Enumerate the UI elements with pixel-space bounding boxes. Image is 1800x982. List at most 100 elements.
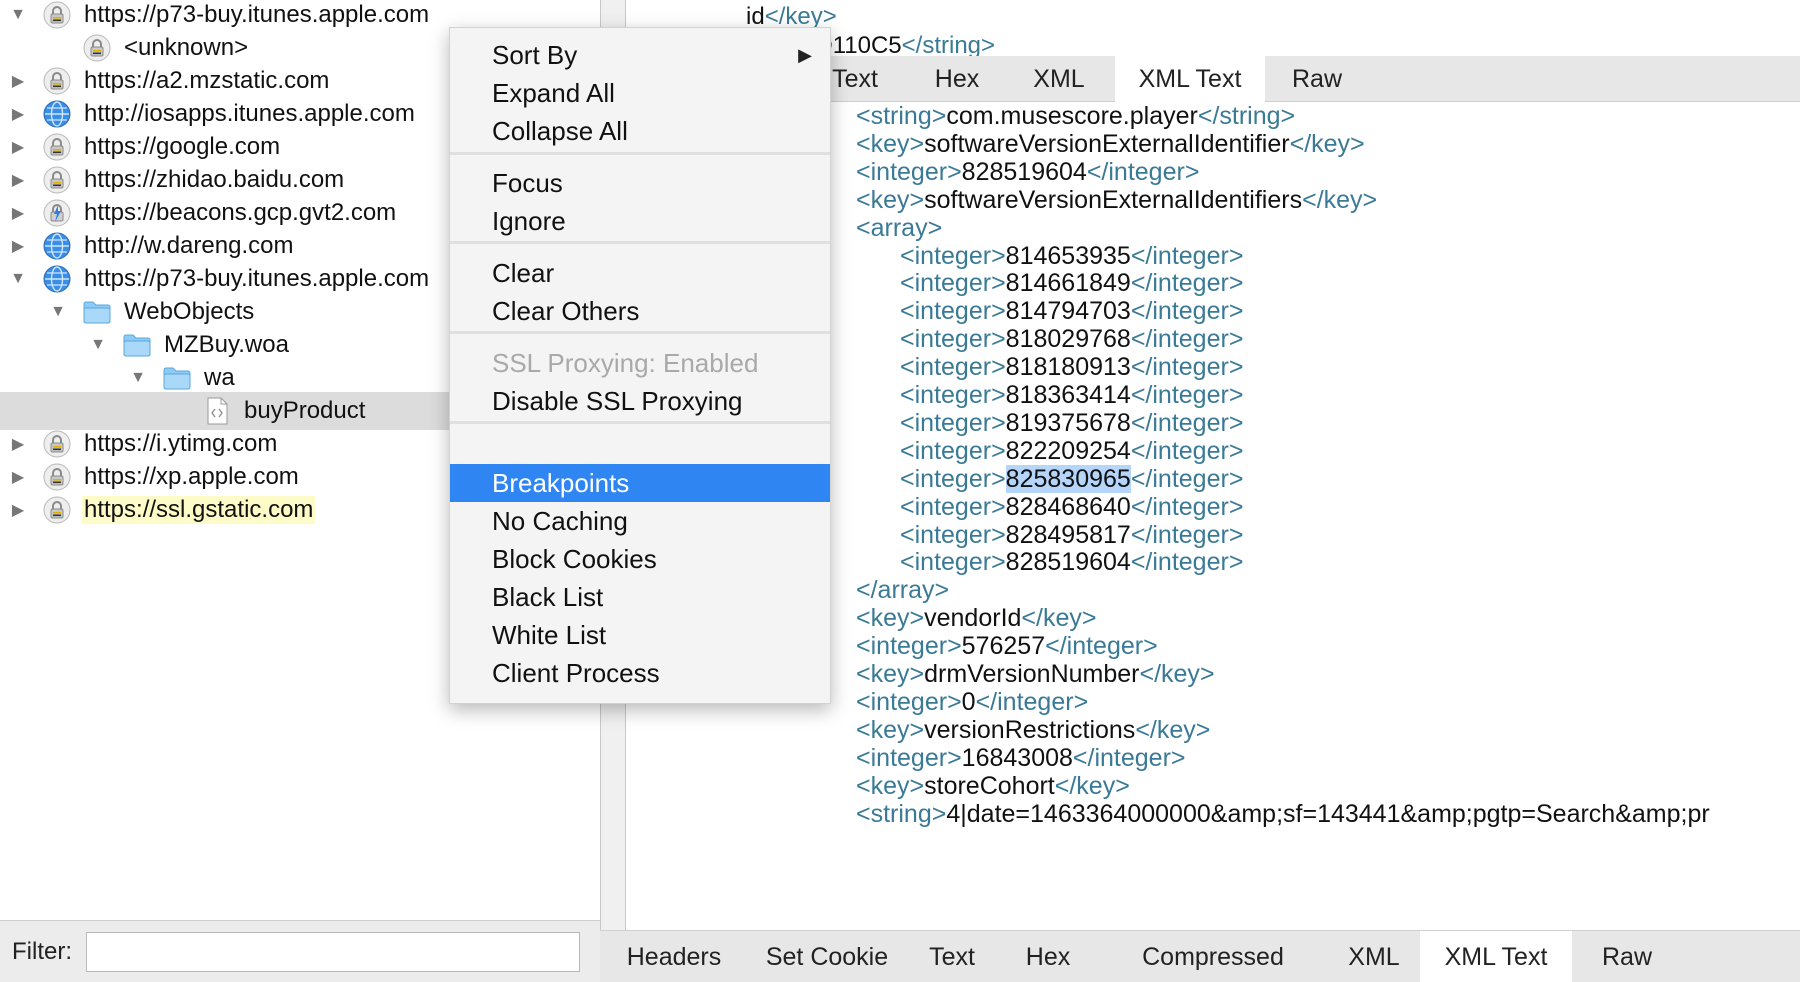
- tree-row-label: https://beacons.gcp.gvt2.com: [84, 199, 397, 226]
- xml-value: 818363414: [1005, 381, 1131, 409]
- xml-bracket: >: [991, 241, 1006, 270]
- menu-item-disable-ssl-proxying[interactable]: Disable SSL Proxying: [450, 382, 830, 420]
- xml-value: 819375678: [1005, 408, 1131, 437]
- upper-tab-xml[interactable]: XML: [1003, 56, 1115, 102]
- xml-bracket: <: [900, 520, 915, 549]
- menu-item-label: White List: [492, 620, 607, 650]
- filter-label: Filter:: [12, 937, 72, 965]
- menu-item-client-process[interactable]: Client Process: [450, 654, 830, 692]
- tree-row-label: https://zhidao.baidu.com: [84, 166, 345, 193]
- xml-tag: key: [1076, 771, 1116, 800]
- menu-item-white-list[interactable]: White List: [450, 616, 830, 654]
- xml-tag: integer: [914, 381, 992, 409]
- charles-proxy-window: ▼ https://p73-buy.itunes.apple.com ▶ <unkno…: [0, 0, 1800, 982]
- menu-item-clear[interactable]: Clear: [450, 254, 830, 292]
- xml-value: vendorId: [924, 604, 1022, 633]
- bottom-tab-xml[interactable]: XML: [1328, 931, 1420, 982]
- file-code-icon: [202, 396, 232, 426]
- lock-icon: [42, 165, 72, 195]
- menu-separator: [450, 152, 830, 155]
- xml-bracket: </: [1054, 771, 1077, 800]
- disclosure-collapsed-icon[interactable]: ▶: [8, 137, 28, 157]
- menu-item-breakpoints[interactable]: Breakpoints: [450, 464, 830, 502]
- xml-bracket: <: [856, 213, 871, 242]
- disclosure-collapsed-icon[interactable]: ▶: [8, 467, 28, 487]
- xml-bracket: >: [1350, 129, 1365, 158]
- disclosure-collapsed-icon[interactable]: ▶: [8, 203, 28, 223]
- xml-value: 814794703: [1005, 297, 1131, 326]
- xml-bracket: </: [1130, 381, 1153, 409]
- menu-item-block-cookies[interactable]: Block Cookies: [450, 540, 830, 578]
- xml-value: 814653935: [1005, 241, 1131, 270]
- menu-item-black-list[interactable]: Black List: [450, 578, 830, 616]
- menu-item-collapse-all[interactable]: Collapse All: [450, 112, 830, 150]
- menu-item-label: Client Process: [492, 658, 660, 688]
- xml-bracket: >: [1195, 715, 1211, 744]
- xml-bracket: <: [856, 799, 871, 828]
- xml-bracket: >: [991, 520, 1006, 549]
- menu-item-no-caching[interactable]: No Caching: [450, 502, 830, 540]
- bottom-tab-raw[interactable]: Raw: [1572, 931, 1682, 982]
- submenu-arrow-icon: ▶: [798, 45, 812, 65]
- xml-tag: key: [1311, 129, 1351, 158]
- xml-tag: array: [870, 213, 928, 242]
- xml-tag: integer: [1152, 241, 1229, 270]
- folder-icon: [162, 363, 192, 393]
- snippet-key-tag: key: [785, 3, 823, 30]
- xml-tag: integer: [914, 241, 992, 270]
- disclosure-expanded-icon[interactable]: ▼: [128, 368, 148, 388]
- disclosure-collapsed-icon[interactable]: ▶: [8, 434, 28, 454]
- xml-tag: integer: [1152, 464, 1229, 493]
- menu-item-clear-others[interactable]: Clear Others: [450, 292, 830, 330]
- bottom-tab-xml-text[interactable]: XML Text: [1420, 931, 1572, 982]
- xml-tag: integer: [914, 297, 992, 326]
- context-menu: Sort By ▶ Expand All Collapse All Focus Ignor…: [449, 27, 831, 704]
- upper-tab-xml-text[interactable]: XML Text: [1115, 56, 1265, 102]
- xml-bracket: >: [909, 185, 925, 214]
- bottom-tab-text[interactable]: Text: [906, 931, 998, 982]
- xml-value: 576257: [961, 632, 1046, 661]
- disclosure-expanded-icon[interactable]: ▼: [88, 335, 108, 355]
- upper-tab-raw[interactable]: Raw: [1265, 56, 1369, 102]
- disclosure-expanded-icon[interactable]: ▼: [8, 269, 28, 289]
- xml-tag: integer: [1152, 381, 1229, 409]
- disclosure-collapsed-icon[interactable]: ▶: [8, 71, 28, 91]
- tree-row-label: https://xp.apple.com: [84, 463, 299, 490]
- menu-item-focus[interactable]: Focus: [450, 164, 830, 202]
- xml-tag: integer: [997, 687, 1074, 716]
- menu-item-ignore[interactable]: Ignore: [450, 202, 830, 240]
- xml-bracket: </: [1130, 408, 1153, 437]
- bottom-tab-compressed[interactable]: Compressed: [1098, 931, 1328, 982]
- xml-bracket: </: [1130, 241, 1153, 270]
- menu-item-expand-all[interactable]: Expand All: [450, 74, 830, 112]
- disclosure-collapsed-icon[interactable]: ▶: [8, 500, 28, 520]
- upper-tab-hex[interactable]: Hex: [911, 56, 1003, 102]
- xml-bracket: >: [1184, 157, 1200, 186]
- lock-icon: [42, 495, 72, 525]
- disclosure-collapsed-icon[interactable]: ▶: [8, 104, 28, 124]
- xml-tag: integer: [870, 632, 948, 661]
- filter-input[interactable]: [86, 931, 580, 972]
- xml-bracket: >: [1228, 297, 1244, 326]
- menu-separator: [450, 241, 830, 244]
- snippet-key-name: id: [746, 3, 765, 30]
- menu-item-label: Block Cookies: [492, 544, 657, 574]
- xml-bracket: >: [1228, 381, 1244, 409]
- xml-bracket: <: [900, 241, 915, 270]
- lock-icon: [42, 66, 72, 96]
- menu-item-sort-by[interactable]: Sort By ▶: [450, 36, 830, 74]
- xml-value: 828519604: [1005, 548, 1131, 577]
- xml-bracket: >: [991, 464, 1006, 493]
- disclosure-collapsed-icon[interactable]: ▶: [8, 170, 28, 190]
- disclosure-expanded-icon[interactable]: ▼: [8, 5, 28, 25]
- bottom-tab-set-cookie[interactable]: Set Cookie: [748, 931, 906, 982]
- tree-row-label: http://w.dareng.com: [84, 232, 294, 259]
- bottom-tab-headers[interactable]: Headers: [600, 931, 748, 982]
- xml-tag: integer: [914, 464, 992, 493]
- disclosure-expanded-icon[interactable]: ▼: [48, 302, 68, 322]
- xml-value: versionRestrictions: [924, 715, 1136, 744]
- xml-bracket: </: [975, 687, 998, 716]
- disclosure-collapsed-icon[interactable]: ▶: [8, 236, 28, 256]
- bottom-tab-hex[interactable]: Hex: [998, 931, 1098, 982]
- xml-value-selected: 825830965: [1005, 464, 1131, 493]
